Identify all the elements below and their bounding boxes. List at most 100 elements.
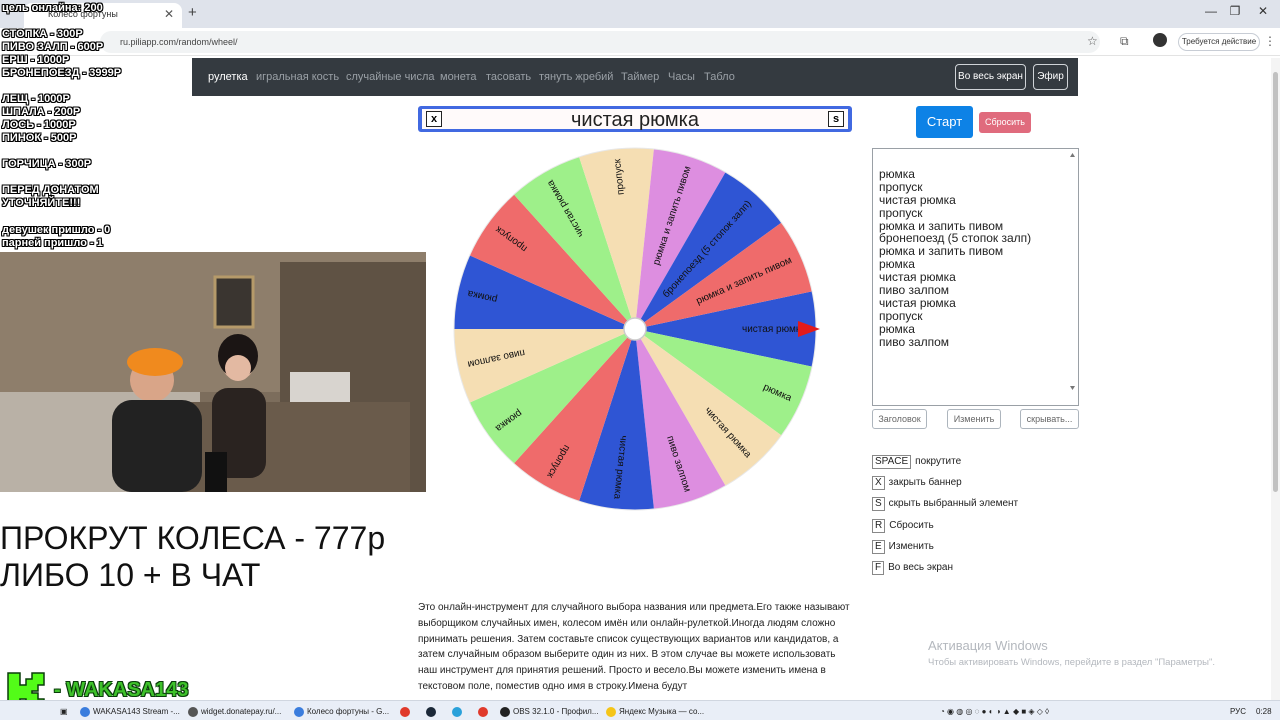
reset-button[interactable]: Сбросить — [979, 112, 1031, 133]
names-list-item: пропуск — [879, 205, 923, 220]
banner-hide-key[interactable]: s — [828, 111, 844, 127]
tray-language[interactable]: РУС — [1230, 704, 1246, 719]
overlay-price-line: ГОРЧИЦА - 300Р — [2, 158, 92, 170]
taskbar-start-icon[interactable]: ▣ — [60, 704, 68, 719]
watermark-title: Активация Windows — [928, 638, 1048, 653]
shortcut-key: X — [872, 476, 885, 490]
shortcut-r: R Сбросить — [872, 519, 934, 533]
nav-item-shuffle[interactable]: тасовать — [486, 71, 531, 83]
result-banner: чистая рюмка x s — [418, 106, 852, 132]
taskbar-label: WAKASA143 Stream -... — [93, 707, 180, 716]
url-field[interactable] — [100, 31, 1100, 53]
shortcut-key: F — [872, 561, 885, 575]
nav-item-roulette[interactable]: рулетка — [208, 71, 248, 83]
overlay-price-line: ЛЕЩ - 1000Р — [2, 93, 70, 105]
close-window-icon[interactable]: ✕ — [1248, 4, 1278, 18]
overlay-notice-line: ПЕРЕД ДОНАТОМ — [2, 184, 99, 196]
banner-result-text: чистая рюмка — [571, 109, 699, 131]
names-list-item: рюмка — [879, 321, 915, 336]
banner-close-key[interactable]: x — [426, 111, 442, 127]
start-button[interactable]: Старт — [916, 106, 973, 138]
extensions-icon[interactable]: ⧉ — [1120, 34, 1129, 49]
obs-icon — [500, 706, 510, 717]
screen: Колесо фортуны ✕ + — ❐ ✕ ru.piliapp.com/… — [0, 0, 1280, 720]
taskbar-item[interactable]: WAKASA143 Stream -... — [80, 704, 180, 719]
shortcut-text: скрыть выбранный элемент — [888, 498, 1019, 509]
overlay-online-goal: цель онлайна: 200 — [2, 2, 103, 14]
overlay-price-line: ПИНОК - 500Р — [2, 132, 77, 144]
shortcut-x: Xзакрыть баннер — [872, 476, 962, 490]
names-list-item: пиво залпом — [879, 283, 950, 298]
fullscreen-button[interactable]: Во весь экран — [955, 64, 1026, 90]
edit-button[interactable]: Изменить — [947, 409, 1001, 429]
shortcut-text: покрутите — [915, 456, 962, 467]
chrome-icon — [80, 706, 90, 717]
brand-name: - WAKASA143 — [54, 679, 189, 701]
nav-item-clock[interactable]: Часы — [668, 71, 695, 83]
taskbar-steam-icon[interactable] — [426, 704, 439, 719]
nav-item-timer[interactable]: Таймер — [621, 71, 659, 83]
menu-dots-icon[interactable]: ⋮ — [1264, 34, 1276, 48]
taskbar-item[interactable]: Колесо фортуны - G... — [294, 704, 389, 719]
names-list-item: рюмка — [879, 167, 915, 181]
names-textarea[interactable]: рюмка пропуск чистая рюмка пропуск рюмка и з… — [872, 148, 1079, 406]
music-icon — [606, 706, 616, 717]
overlay-price-line: ЕРШ - 1000Р — [2, 54, 70, 66]
banner-body: чистая рюмка x s — [422, 109, 848, 131]
nav-item-random-numbers[interactable]: случайные числа — [346, 71, 434, 83]
browser-tabstrip: Колесо фортуны ✕ + — ❐ ✕ — [0, 0, 1280, 28]
shortcut-key: E — [872, 540, 885, 554]
shortcut-text: закрыть баннер — [888, 477, 962, 488]
nav-item-scoreboard[interactable]: Табло — [704, 71, 735, 83]
names-list-item: пропуск — [879, 308, 923, 323]
promo-line-1: ПРОКРУТ КОЛЕСА - 777р — [0, 520, 386, 556]
chrome-icon — [188, 706, 198, 717]
bookmark-star-icon[interactable]: ☆ — [1087, 34, 1098, 48]
shortcut-key: SPACE — [872, 455, 912, 469]
taskbar-app-icon[interactable] — [478, 704, 491, 719]
taskbar-yandex-icon[interactable] — [400, 704, 413, 719]
broadcast-button[interactable]: Эфир — [1033, 64, 1068, 90]
shortcut-text: Изменить — [888, 541, 934, 552]
profile-action-pill[interactable]: Требуется действие — [1178, 33, 1260, 51]
overlay-price-line: ЛОСЬ - 1000Р — [2, 119, 76, 131]
fortune-wheel[interactable]: чистая рюмкарюмкачистая рюмкапиво залпом… — [448, 140, 828, 520]
wheel-segment-label: чистая рюмка — [742, 324, 806, 335]
taskbar-label: OBS 32.1.0 - Профил... — [513, 707, 599, 716]
overlay-price-line: СТОПКА - 300Р — [2, 28, 83, 40]
tray-clock[interactable]: 0:28 — [1256, 704, 1272, 719]
taskbar-telegram-icon[interactable] — [452, 704, 465, 719]
taskbar-item[interactable]: widget.donatepay.ru/... — [188, 704, 281, 719]
scroll-thumb[interactable] — [1273, 72, 1278, 492]
shortcut-e: E Изменить — [872, 540, 934, 554]
textarea-scrollbar[interactable] — [1068, 150, 1077, 404]
overlay-price-line: ПИВО ЗАЛП - 600Р — [2, 41, 104, 53]
names-list-item: пиво залпом — [879, 334, 950, 349]
taskbar-item[interactable]: OBS 32.1.0 - Профил... — [500, 704, 599, 719]
hide-items-button[interactable]: скрывать... — [1020, 409, 1079, 429]
url-text: ru.piliapp.com/random/wheel/ — [120, 37, 238, 47]
taskbar-item[interactable]: Яндекс Музыка — со... — [606, 704, 704, 719]
promo-line-2: ЛИБО 10 + В ЧАТ — [0, 557, 261, 593]
new-tab-icon[interactable]: + — [188, 4, 197, 21]
title-button[interactable]: Заголовок — [872, 409, 927, 429]
page-scrollbar[interactable] — [1271, 58, 1280, 700]
nav-item-dice[interactable]: игральная кость — [256, 71, 339, 83]
names-list-item: чистая рюмка — [879, 295, 956, 310]
tray-icons[interactable]: ◔ ◉ ◍ ◎ ◌ ● ◐ ◑ ▲ ◆ ■ ◈ ◇ ◊ — [940, 704, 1049, 719]
overlay-notice-line: УТОЧНЯЙТЕ!!! — [2, 197, 81, 209]
webcam-feed — [0, 252, 426, 492]
shortcut-text: Во весь экран — [888, 562, 953, 573]
nav-item-draw-lots[interactable]: тянуть жребий — [539, 71, 613, 83]
description-text: Это онлайн-инструмент для случайного выб… — [418, 602, 850, 692]
shortcut-f: F Во весь экран — [872, 561, 953, 575]
shortcut-space: SPACE покрутите — [872, 455, 961, 469]
nav-item-coin[interactable]: монета — [440, 71, 477, 83]
names-list: рюмка пропуск чистая рюмка пропуск рюмка и з… — [879, 168, 1031, 348]
watermark-subtitle: Чтобы активировать Windows, перейдите в … — [928, 657, 1215, 668]
avatar[interactable] — [1153, 33, 1167, 47]
site-nav: рулетка игральная кость случайные числа … — [192, 58, 1078, 96]
restore-icon[interactable]: ❐ — [1220, 4, 1250, 18]
taskbar-label: widget.donatepay.ru/... — [201, 707, 282, 716]
tab-close-icon[interactable]: ✕ — [164, 7, 174, 21]
